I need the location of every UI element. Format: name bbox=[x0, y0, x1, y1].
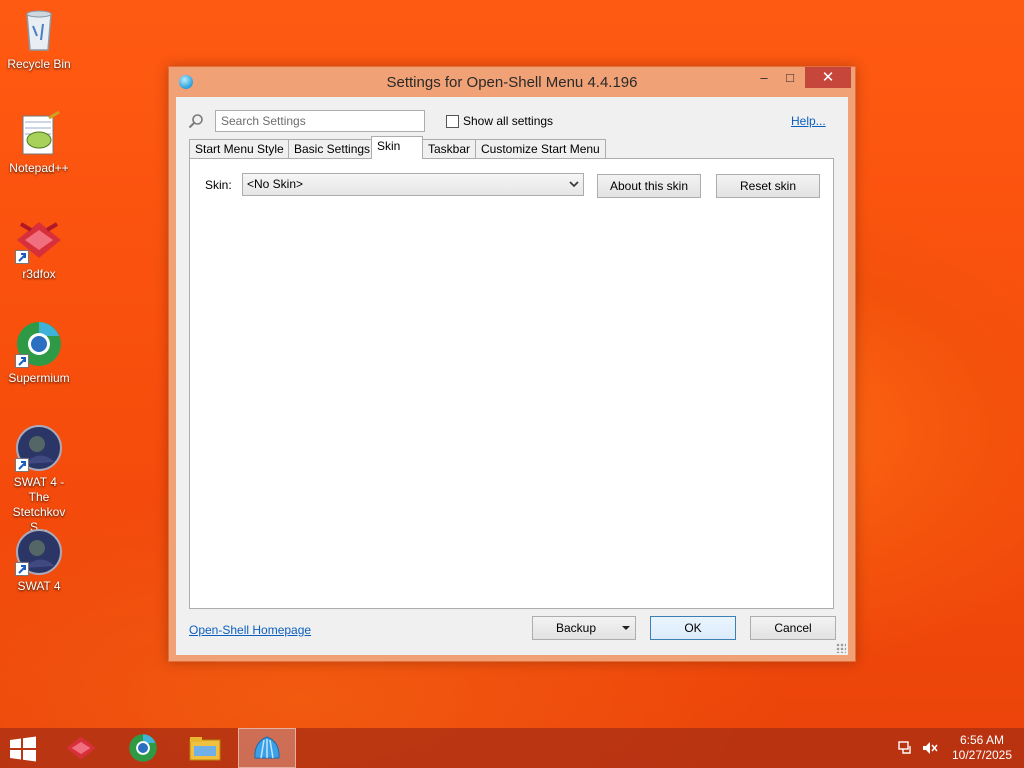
skin-label: Skin: bbox=[205, 178, 232, 192]
r3dfox-icon bbox=[15, 216, 63, 264]
window-client-area: Show all settings Help... Start Menu Sty… bbox=[176, 97, 848, 655]
desktop-icon-label: Recycle Bin bbox=[7, 57, 71, 71]
swat4-icon bbox=[15, 528, 63, 576]
desktop-icon-label: r3dfox bbox=[22, 267, 56, 281]
desktop-icon-label: SWAT 4 bbox=[17, 579, 61, 593]
help-link[interactable]: Help... bbox=[791, 114, 826, 128]
dropdown-arrow-icon[interactable] bbox=[621, 617, 631, 648]
tab-start-menu-style[interactable]: Start Menu Style bbox=[189, 139, 290, 158]
taskbar-item-r3dfox[interactable] bbox=[52, 728, 110, 768]
skin-dropdown[interactable]: <No Skin> bbox=[242, 173, 584, 196]
desktop-icon-swat4[interactable]: SWAT 4 bbox=[2, 528, 76, 594]
maximize-button[interactable]: □ bbox=[777, 67, 803, 88]
desktop-icon-recycle-bin[interactable]: Recycle Bin bbox=[2, 6, 76, 72]
desktop-icon-label: SWAT 4 - The Stetchkov S... bbox=[12, 475, 66, 534]
taskbar-item-file-explorer[interactable] bbox=[176, 728, 234, 768]
desktop-icon-r3dfox[interactable]: r3dfox bbox=[2, 216, 76, 282]
skin-panel: Skin: <No Skin> About this skin Reset sk… bbox=[189, 158, 834, 609]
homepage-link[interactable]: Open-Shell Homepage bbox=[189, 623, 311, 637]
clock-time: 6:56 AM bbox=[959, 733, 1005, 747]
tab-skin[interactable]: Skin bbox=[371, 136, 423, 159]
taskbar-item-supermium[interactable] bbox=[114, 728, 172, 768]
shortcut-arrow-icon bbox=[15, 562, 29, 576]
start-button[interactable] bbox=[8, 736, 38, 762]
ok-button[interactable]: OK bbox=[650, 616, 736, 640]
shortcut-arrow-icon bbox=[15, 354, 29, 368]
chevron-down-icon bbox=[569, 177, 579, 194]
desktop-icon-notepadpp[interactable]: Notepad++ bbox=[2, 110, 76, 176]
minimize-button[interactable]: – bbox=[751, 67, 777, 88]
recycle-bin-icon bbox=[15, 6, 63, 54]
resize-grip[interactable] bbox=[836, 643, 846, 653]
desktop-icon-supermium[interactable]: Supermium bbox=[2, 320, 76, 386]
tab-basic-settings[interactable]: Basic Settings bbox=[288, 139, 377, 158]
backup-button[interactable]: Backup bbox=[532, 616, 636, 640]
taskbar-item-open-shell[interactable] bbox=[238, 728, 296, 768]
network-icon[interactable] bbox=[898, 740, 914, 759]
open-shell-icon bbox=[254, 736, 280, 759]
system-clock[interactable]: 6:56 AM 10/27/2025 bbox=[944, 733, 1020, 763]
volume-muted-icon[interactable] bbox=[922, 740, 938, 759]
search-icon bbox=[188, 113, 204, 132]
skin-selected-value: <No Skin> bbox=[247, 177, 304, 191]
windows-logo-icon bbox=[10, 736, 36, 762]
close-button[interactable]: ✕ bbox=[805, 67, 851, 88]
about-skin-button[interactable]: About this skin bbox=[597, 174, 701, 198]
r3dfox-icon bbox=[66, 736, 96, 760]
settings-window: Settings for Open-Shell Menu 4.4.196 – □… bbox=[168, 66, 856, 662]
show-all-settings-checkbox[interactable] bbox=[446, 115, 459, 128]
shortcut-arrow-icon bbox=[15, 250, 29, 264]
taskbar: 6:56 AM 10/27/2025 bbox=[0, 728, 1024, 768]
notepadpp-icon bbox=[15, 110, 63, 158]
title-bar[interactable]: Settings for Open-Shell Menu 4.4.196 – □… bbox=[169, 67, 855, 97]
show-all-settings-label[interactable]: Show all settings bbox=[463, 114, 553, 128]
shortcut-arrow-icon bbox=[15, 458, 29, 472]
file-explorer-icon bbox=[189, 737, 221, 761]
desktop-icon-label: Notepad++ bbox=[9, 161, 69, 175]
cancel-button[interactable]: Cancel bbox=[750, 616, 836, 640]
swat4-icon bbox=[15, 424, 63, 472]
reset-skin-button[interactable]: Reset skin bbox=[716, 174, 820, 198]
tab-taskbar[interactable]: Taskbar bbox=[422, 139, 477, 158]
clock-date: 10/27/2025 bbox=[951, 748, 1013, 762]
search-input[interactable] bbox=[215, 110, 425, 132]
desktop-icon-label: Supermium bbox=[8, 371, 70, 385]
backup-button-label: Backup bbox=[555, 621, 597, 635]
supermium-icon bbox=[129, 734, 157, 762]
tab-customize-start-menu[interactable]: Customize Start Menu bbox=[475, 139, 606, 158]
desktop-icon-swat4-stetchkov[interactable]: SWAT 4 - The Stetchkov S... bbox=[2, 424, 76, 535]
supermium-icon bbox=[15, 320, 63, 368]
